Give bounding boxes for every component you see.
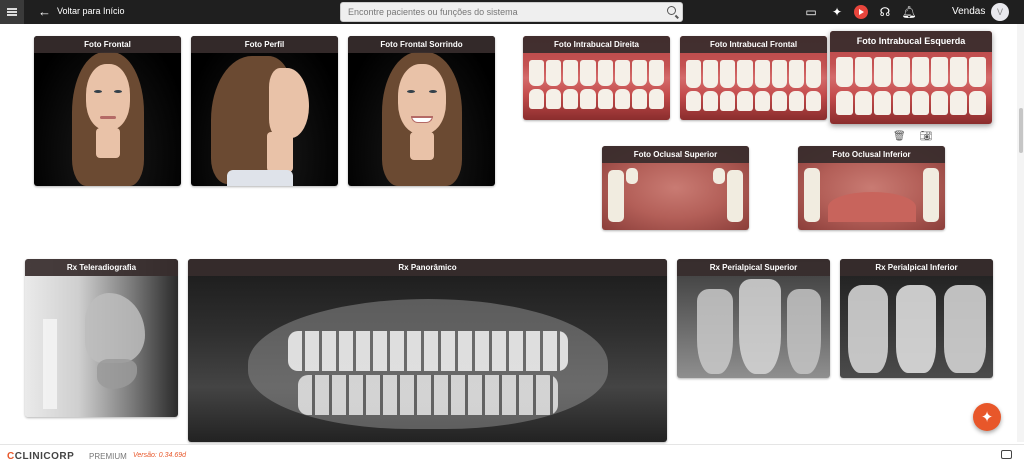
xray-teleradiografia-card[interactable]: Rx Teleradiografia — [25, 259, 178, 417]
top-bar: ← Voltar para Início Encontre pacientes … — [0, 0, 1024, 24]
chat-icon[interactable] — [1001, 450, 1012, 459]
avatar[interactable]: V — [991, 3, 1009, 21]
scrollbar-thumb[interactable] — [1019, 108, 1023, 153]
calendar-add-icon[interactable]: ▭ — [803, 4, 819, 20]
hamburger-icon — [7, 11, 17, 13]
photo-oclusal-superior-card[interactable]: Foto Oclusal Superior — [602, 146, 749, 230]
headset-icon[interactable]: ☊ — [877, 4, 893, 20]
brand-name: CLINICORP — [14, 451, 75, 462]
back-arrow-icon[interactable]: ← — [38, 4, 51, 20]
xray-teleradiografia-title: Rx Teleradiografia — [25, 259, 178, 276]
xray-periapical-superior-title: Rx Perialpical Superior — [677, 259, 830, 276]
xray-periapical-inferior-title: Rx Perialpical Inferior — [840, 259, 993, 276]
trash-icon[interactable]: 🗑︎ — [893, 131, 906, 142]
xray-panoramico-title: Rx Panorâmico — [188, 259, 667, 276]
photo-intrabucal-frontal-title: Foto Intrabucal Frontal — [680, 36, 827, 53]
photo-intrabucal-esquerda-title: Foto Intrabucal Esquerda — [830, 31, 992, 52]
scrollbar-track[interactable] — [1017, 24, 1024, 442]
photo-perfil-card[interactable]: Foto Perfil — [191, 36, 338, 186]
photo-intrabucal-direita-title: Foto Intrabucal Direita — [523, 36, 670, 53]
camera-icon[interactable]: 📷︎ — [920, 131, 933, 142]
footer: CCLINICORP PREMIUM Versão: 0.34.69d — [0, 444, 1024, 466]
sparkle-icon[interactable]: ✦ — [829, 4, 845, 20]
photo-frontal-sorrindo-title: Foto Frontal Sorrindo — [348, 36, 495, 53]
photo-frontal-sorrindo-card[interactable]: Foto Frontal Sorrindo — [348, 36, 495, 186]
menu-button[interactable] — [0, 0, 24, 24]
photo-oclusal-inferior-title: Foto Oclusal Inferior — [798, 146, 945, 163]
xray-periapical-inferior-card[interactable]: Rx Perialpical Inferior — [840, 259, 993, 378]
search-placeholder: Encontre pacientes ou funções do sistema — [348, 7, 518, 17]
photo-intrabucal-esquerda-card[interactable]: Foto Intrabucal Esquerda — [830, 31, 992, 124]
video-record-icon[interactable] — [854, 5, 868, 19]
user-name[interactable]: Vendas — [952, 6, 985, 17]
photo-perfil-title: Foto Perfil — [191, 36, 338, 53]
search-input[interactable]: Encontre pacientes ou funções do sistema — [340, 2, 683, 22]
back-link[interactable]: Voltar para Início — [57, 6, 125, 16]
photo-frontal-card[interactable]: Foto Frontal — [34, 36, 181, 186]
photo-intrabucal-frontal-card[interactable]: Foto Intrabucal Frontal — [680, 36, 827, 120]
sparkle-icon: ✦ — [980, 409, 994, 426]
search-icon[interactable] — [667, 6, 676, 15]
photo-intrabucal-direita-card[interactable]: Foto Intrabucal Direita — [523, 36, 670, 120]
bell-icon[interactable]: 🔔︎ — [901, 4, 917, 20]
photo-oclusal-inferior-card[interactable]: Foto Oclusal Inferior — [798, 146, 945, 230]
version-label: Versão: 0.34.69d — [133, 452, 187, 459]
photo-oclusal-superior-title: Foto Oclusal Superior — [602, 146, 749, 163]
photo-frontal-title: Foto Frontal — [34, 36, 181, 53]
plan-label: PREMIUM — [89, 452, 127, 461]
sparkle-fab-button[interactable]: ✦ — [973, 403, 1001, 431]
brand-logo: CCLINICORP — [7, 451, 74, 462]
xray-panoramico-card[interactable]: Rx Panorâmico — [188, 259, 667, 442]
brand-mark: C — [7, 451, 15, 462]
xray-periapical-superior-card[interactable]: Rx Perialpical Superior — [677, 259, 830, 378]
card-actions: 🗑︎ 📷︎ — [893, 131, 932, 142]
